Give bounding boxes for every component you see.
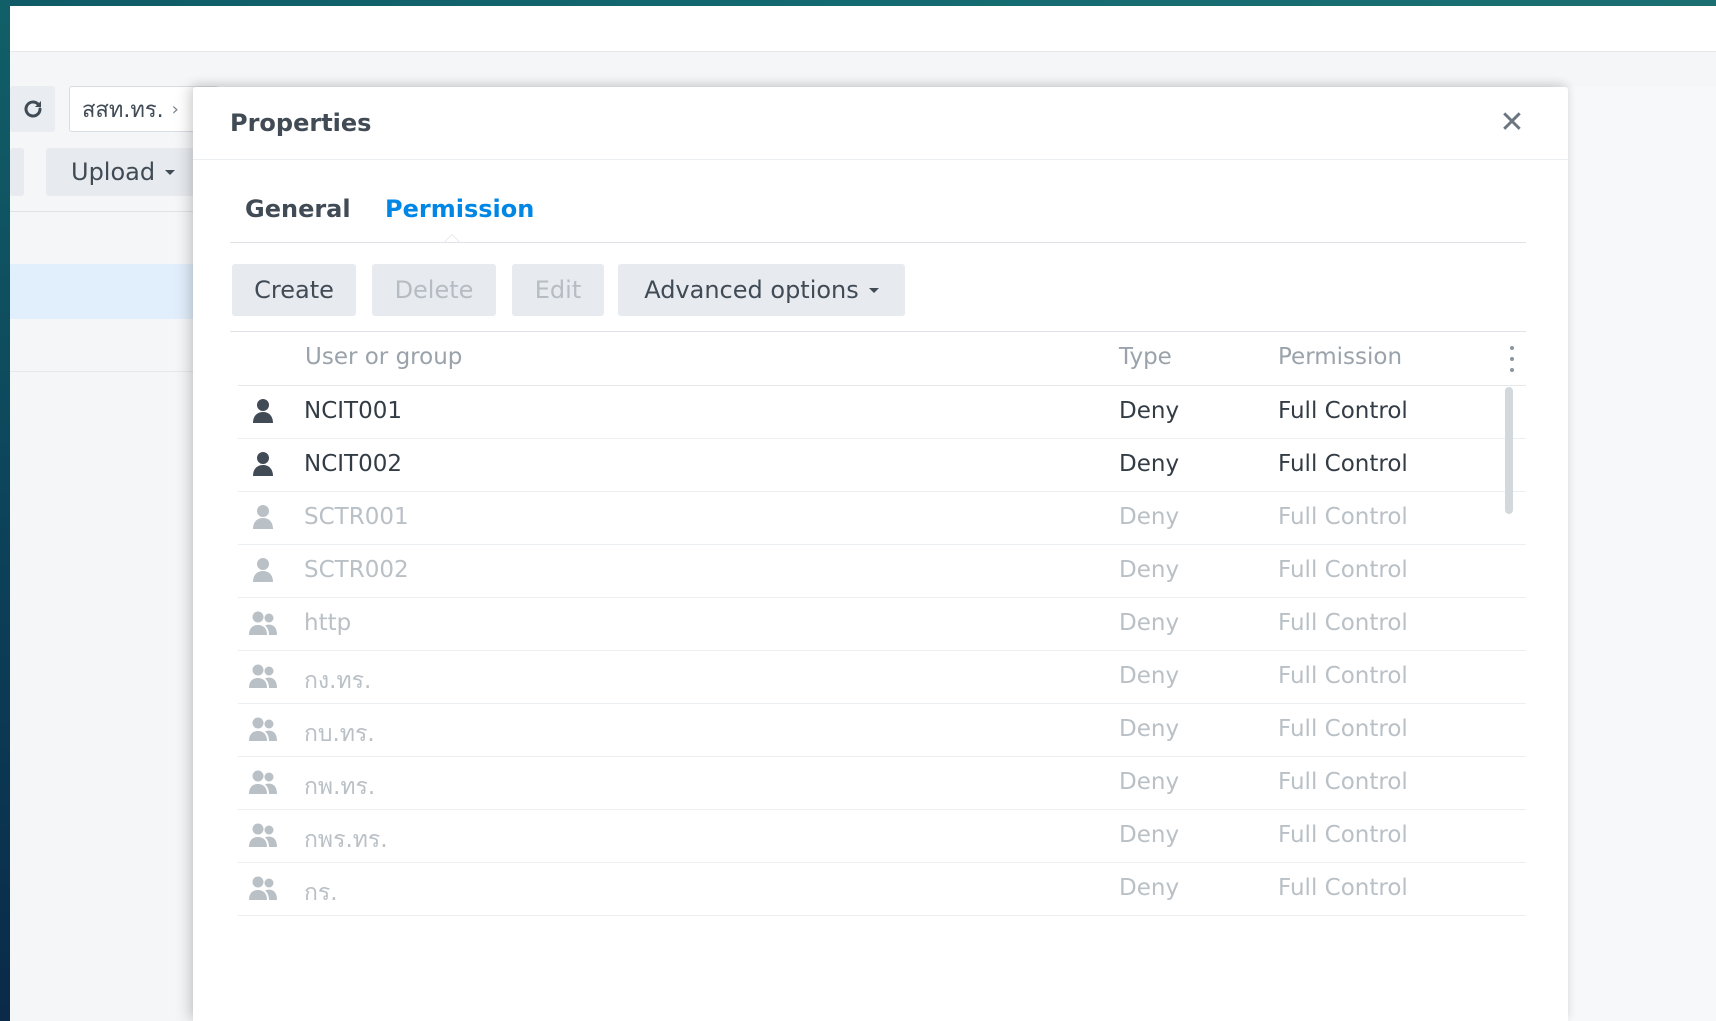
row-permission: Full Control	[1278, 451, 1408, 477]
divider	[193, 159, 1568, 160]
row-permission: Full Control	[1278, 822, 1408, 848]
background-pane-right	[1568, 87, 1716, 1021]
edit-button[interactable]: Edit	[512, 264, 604, 316]
row-permission: Full Control	[1278, 716, 1408, 742]
group-icon	[246, 769, 280, 795]
refresh-button[interactable]	[10, 86, 55, 132]
row-permission: Full Control	[1278, 557, 1408, 583]
row-permission: Full Control	[1278, 610, 1408, 636]
group-icon	[246, 822, 280, 848]
tab-general[interactable]: General	[245, 195, 351, 223]
caret-down-icon	[165, 169, 176, 175]
column-menu-icon[interactable]	[1504, 346, 1520, 372]
scrollbar-thumb[interactable]	[1505, 387, 1513, 514]
group-icon	[246, 875, 280, 901]
chevron-right-icon: ›	[171, 98, 179, 120]
user-icon	[246, 557, 280, 583]
table-row[interactable]: กร. Deny Full Control	[238, 863, 1526, 916]
advanced-options-button[interactable]: Advanced options	[618, 264, 905, 316]
column-header-permission[interactable]: Permission	[1278, 344, 1402, 370]
row-permission: Full Control	[1278, 504, 1408, 530]
row-type: Deny	[1119, 451, 1180, 477]
row-name: กร.	[304, 880, 338, 906]
row-type: Deny	[1119, 822, 1180, 848]
window-frame-left	[0, 0, 10, 1021]
table-row[interactable]: กง.ทร. Deny Full Control	[238, 651, 1526, 704]
refresh-icon	[24, 100, 41, 118]
properties-dialog: Properties ✕ General Permission Create D…	[193, 87, 1568, 1021]
row-name: กพร.ทร.	[304, 827, 388, 853]
row-permission: Full Control	[1278, 398, 1408, 424]
selected-file-row[interactable]	[10, 264, 210, 319]
row-type: Deny	[1119, 769, 1180, 795]
row-type: Deny	[1119, 398, 1180, 424]
close-icon[interactable]: ✕	[1498, 108, 1526, 138]
dialog-title: Properties	[230, 109, 372, 137]
row-name: กบ.ทร.	[304, 721, 375, 747]
row-permission: Full Control	[1278, 875, 1408, 901]
row-name: http	[304, 610, 352, 636]
permission-table: User or group Type Permission NCIT001 Den…	[238, 332, 1526, 916]
tab-permission[interactable]: Permission	[385, 195, 534, 223]
table-row[interactable]: กพ.ทร. Deny Full Control	[238, 757, 1526, 810]
delete-button[interactable]: Delete	[372, 264, 496, 316]
row-type: Deny	[1119, 875, 1180, 901]
tab-bar: General Permission	[230, 185, 1526, 243]
upload-label: Upload	[71, 158, 156, 186]
row-permission: Full Control	[1278, 663, 1408, 689]
table-row[interactable]: กบ.ทร. Deny Full Control	[238, 704, 1526, 757]
row-type: Deny	[1119, 663, 1180, 689]
user-icon	[246, 398, 280, 424]
table-row[interactable]: SCTR002 Deny Full Control	[238, 545, 1526, 598]
user-icon	[246, 504, 280, 530]
row-type: Deny	[1119, 716, 1180, 742]
column-header-user[interactable]: User or group	[305, 344, 462, 370]
table-body: NCIT001 Deny Full Control NCIT002 Deny Full C…	[238, 386, 1526, 916]
table-row[interactable]: กพร.ทร. Deny Full Control	[238, 810, 1526, 863]
upload-button[interactable]: Upload	[46, 148, 206, 196]
active-tab-indicator	[444, 234, 460, 242]
group-icon	[246, 663, 280, 689]
group-icon	[246, 716, 280, 742]
row-name: SCTR001	[304, 504, 409, 530]
caret-down-icon	[868, 287, 879, 293]
row-name: กพ.ทร.	[304, 774, 376, 800]
table-row[interactable]: NCIT001 Deny Full Control	[238, 386, 1526, 439]
table-header: User or group Type Permission	[238, 332, 1526, 386]
toolbar-button-partial[interactable]	[10, 148, 24, 196]
row-type: Deny	[1119, 557, 1180, 583]
row-type: Deny	[1119, 504, 1180, 530]
group-icon	[246, 610, 280, 636]
breadcrumb-segment[interactable]: สสท.ทร.	[82, 92, 164, 127]
user-icon	[246, 451, 280, 477]
column-header-type[interactable]: Type	[1119, 344, 1172, 370]
app-top-bar	[10, 6, 1716, 52]
advanced-options-label: Advanced options	[644, 276, 859, 304]
table-row[interactable]: http Deny Full Control	[238, 598, 1526, 651]
divider	[10, 211, 210, 212]
row-type: Deny	[1119, 610, 1180, 636]
create-button[interactable]: Create	[232, 264, 356, 316]
table-row[interactable]: NCIT002 Deny Full Control	[238, 439, 1526, 492]
row-name: NCIT002	[304, 451, 402, 477]
divider	[10, 371, 210, 372]
row-permission: Full Control	[1278, 769, 1408, 795]
row-name: SCTR002	[304, 557, 409, 583]
row-name: กง.ทร.	[304, 668, 372, 694]
table-row[interactable]: SCTR001 Deny Full Control	[238, 492, 1526, 545]
row-name: NCIT001	[304, 398, 402, 424]
